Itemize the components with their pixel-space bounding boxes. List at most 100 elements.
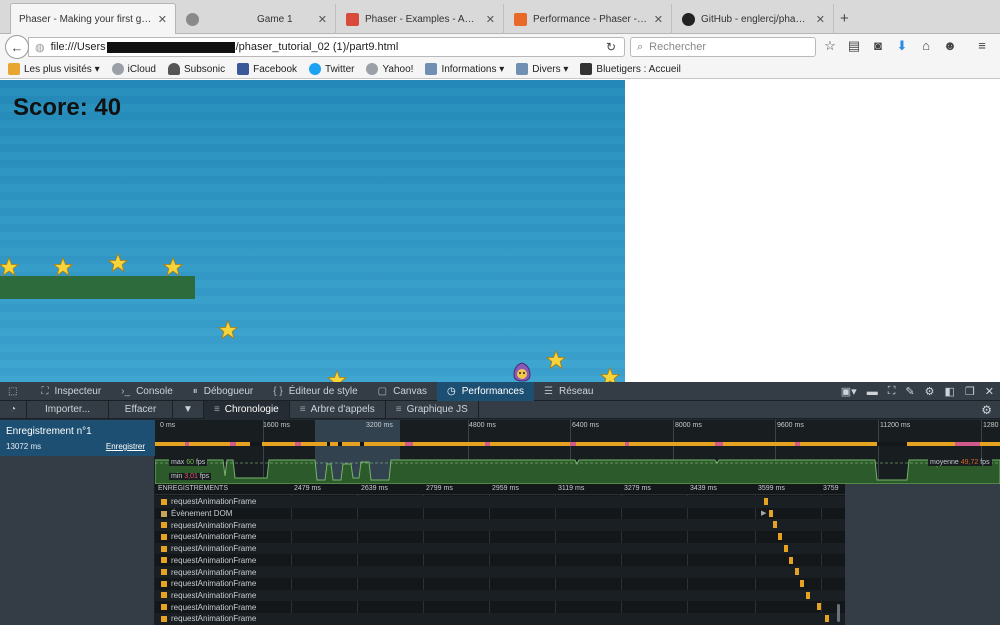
record-button[interactable]: ◔ xyxy=(0,400,28,419)
marker-label: Évènement DOM xyxy=(171,509,233,519)
canvas-icon: ▢ xyxy=(377,385,388,397)
new-tab-button[interactable]: + xyxy=(840,10,849,27)
folder-icon xyxy=(516,63,529,75)
bookmark-facebook[interactable]: Facebook xyxy=(237,63,297,75)
tab-label: Inspecteur xyxy=(54,385,102,397)
waterfall-row[interactable]: requestAnimationFrame xyxy=(155,613,845,625)
waterfall-scrollbar[interactable] xyxy=(837,604,840,622)
waterfall-row[interactable]: requestAnimationFrame xyxy=(155,519,845,532)
undock-icon[interactable]: ❐ xyxy=(965,385,975,398)
network-icon: ☰ xyxy=(544,385,553,397)
close-tab-icon[interactable]: ✕ xyxy=(486,13,495,26)
close-tab-icon[interactable]: ✕ xyxy=(318,13,327,26)
debugger-icon: ⏸ xyxy=(192,385,198,397)
bookmark-star-icon[interactable]: ☆ xyxy=(822,38,838,54)
tab-style-editor[interactable]: { } Éditeur de style xyxy=(263,382,367,401)
bookmark-divers[interactable]: Divers ▾ xyxy=(516,63,568,75)
timeline-icon: ≡ xyxy=(213,404,220,415)
waterfall-rows: requestAnimationFrame Évènement DOM ▶ req… xyxy=(155,496,845,625)
view-label: Arbre d'appels xyxy=(310,404,375,415)
save-recording-link[interactable]: Enregistrer xyxy=(106,442,145,451)
star-icon xyxy=(327,370,347,382)
close-tab-icon[interactable]: ✕ xyxy=(654,13,663,26)
responsive-mode-icon[interactable]: ⛶ xyxy=(888,385,896,398)
bookmark-most-visited[interactable]: Les plus visités ▾ xyxy=(8,63,100,75)
eyedropper-icon[interactable]: ✎ xyxy=(905,385,914,398)
marker-label: requestAnimationFrame xyxy=(171,520,257,530)
view-js-flamegraph[interactable]: ≡ Graphique JS xyxy=(386,400,479,419)
star-folder-icon xyxy=(8,63,20,75)
url-bar[interactable]: ◍ file:///Users /phaser_tutorial_02 (1)/… xyxy=(28,37,625,57)
style-editor-icon: { } xyxy=(273,385,283,397)
timeline-overview[interactable]: 0 ms 1600 ms 3200 ms 4800 ms 6400 ms 800… xyxy=(155,420,1000,484)
marker-label: requestAnimationFrame xyxy=(171,602,257,612)
view-call-tree[interactable]: ≡ Arbre d'appels xyxy=(290,400,386,419)
menu-icon[interactable]: ≡ xyxy=(974,38,990,54)
close-devtools-icon[interactable]: ✕ xyxy=(985,385,994,398)
pick-element-icon[interactable]: ⬚ xyxy=(0,382,31,401)
waterfall-tick: 3439 ms xyxy=(690,485,717,492)
tab-canvas[interactable]: ▢ Canvas xyxy=(368,382,437,401)
game-canvas[interactable]: Score: 40 xyxy=(0,80,625,382)
tab-inspector[interactable]: ⛶ Inspecteur xyxy=(31,382,111,401)
close-tab-icon[interactable]: ✕ xyxy=(158,13,167,26)
browser-tab[interactable]: GitHub - englercj/phaser-de... ✕ xyxy=(674,4,834,34)
bookmark-informations[interactable]: Informations ▾ xyxy=(425,63,504,75)
tab-label: Réseau xyxy=(558,385,594,397)
import-button[interactable]: Importer... xyxy=(27,400,110,419)
hello-chat-icon[interactable]: ☻ xyxy=(942,38,958,54)
waterfall-row[interactable]: requestAnimationFrame xyxy=(155,531,845,543)
recording-item[interactable]: Enregistrement n°1 13072 ms Enregistrer xyxy=(0,420,155,456)
search-input[interactable]: ⌕ Rechercher xyxy=(630,37,816,57)
waterfall-row[interactable]: requestAnimationFrame xyxy=(155,496,845,508)
home-icon[interactable]: ⌂ xyxy=(918,38,934,54)
expand-arrow-icon[interactable]: ▶ xyxy=(761,509,766,517)
browser-tab-active[interactable]: Phaser - Making your first game,... ✕ xyxy=(10,3,176,35)
tab-network[interactable]: ☰ Réseau xyxy=(534,382,603,401)
waterfall-row[interactable]: requestAnimationFrame xyxy=(155,542,845,555)
fps-min-value: 3,01 xyxy=(184,473,198,480)
green-ledge xyxy=(0,276,195,299)
settings-icon[interactable]: ⚙ xyxy=(925,385,935,398)
waterfall-row[interactable]: Évènement DOM ▶ xyxy=(155,508,845,520)
view-timeline[interactable]: ≡ Chronologie xyxy=(203,400,290,419)
dock-side-icon[interactable]: ◧ xyxy=(945,385,955,398)
tab-title: Game 1 xyxy=(257,13,293,25)
clear-button[interactable]: Effacer xyxy=(109,400,174,419)
marker-bar xyxy=(806,591,810,599)
tab-debugger[interactable]: ⏸ Débogueur xyxy=(183,382,263,401)
bookmark-yahoo[interactable]: Yahoo! xyxy=(366,63,413,75)
performance-settings-icon[interactable]: ⚙ xyxy=(981,403,992,417)
globe-icon xyxy=(111,63,124,75)
waterfall-tick: 3599 ms xyxy=(758,485,785,492)
pocket-icon[interactable]: ◙ xyxy=(870,38,886,54)
bookmark-subsonic[interactable]: Subsonic xyxy=(167,63,225,75)
recording-duration: 13072 ms xyxy=(6,442,42,451)
marker-label: requestAnimationFrame xyxy=(171,567,257,577)
waterfall-view[interactable]: ENREGISTREMENTS 2479 ms 2639 ms 2799 ms … xyxy=(155,484,1000,625)
waterfall-row[interactable]: requestAnimationFrame xyxy=(155,589,845,602)
browser-tab[interactable]: Phaser - Examples - Animat... ✕ xyxy=(338,4,504,34)
frame-select-icon[interactable]: ▣▾ xyxy=(841,385,857,398)
waterfall-tick: 3279 ms xyxy=(624,485,651,492)
waterfall-row[interactable]: requestAnimationFrame xyxy=(155,578,845,590)
fps-avg-value: 49,72 xyxy=(960,459,979,466)
tab-performance[interactable]: ◷ Performances xyxy=(437,381,534,401)
close-tab-icon[interactable]: ✕ xyxy=(816,13,825,26)
browser-tab[interactable]: Performance - Phaser - HT... ✕ xyxy=(506,4,672,34)
waterfall-row[interactable]: requestAnimationFrame xyxy=(155,601,845,613)
reload-icon[interactable]: ↻ xyxy=(606,40,616,54)
browser-tab[interactable]: Game 1 ✕ xyxy=(178,4,336,34)
waterfall-row[interactable]: requestAnimationFrame xyxy=(155,566,845,578)
split-console-icon[interactable]: ▬ xyxy=(867,386,878,398)
bookmark-bluetigers[interactable]: Bluetigers : Accueil xyxy=(580,63,681,75)
bookmark-icloud[interactable]: iCloud xyxy=(111,63,156,75)
back-button[interactable]: ← xyxy=(5,35,29,59)
marker-swatch xyxy=(161,569,167,576)
bookmark-twitter[interactable]: Twitter xyxy=(309,63,354,75)
download-icon[interactable]: ⬇ xyxy=(894,38,910,54)
waterfall-row[interactable]: requestAnimationFrame xyxy=(155,555,845,567)
filter-button[interactable]: ▼ xyxy=(173,400,204,419)
reading-list-icon[interactable]: ▤ xyxy=(846,38,862,54)
tab-console[interactable]: ›_ Console xyxy=(111,382,183,401)
